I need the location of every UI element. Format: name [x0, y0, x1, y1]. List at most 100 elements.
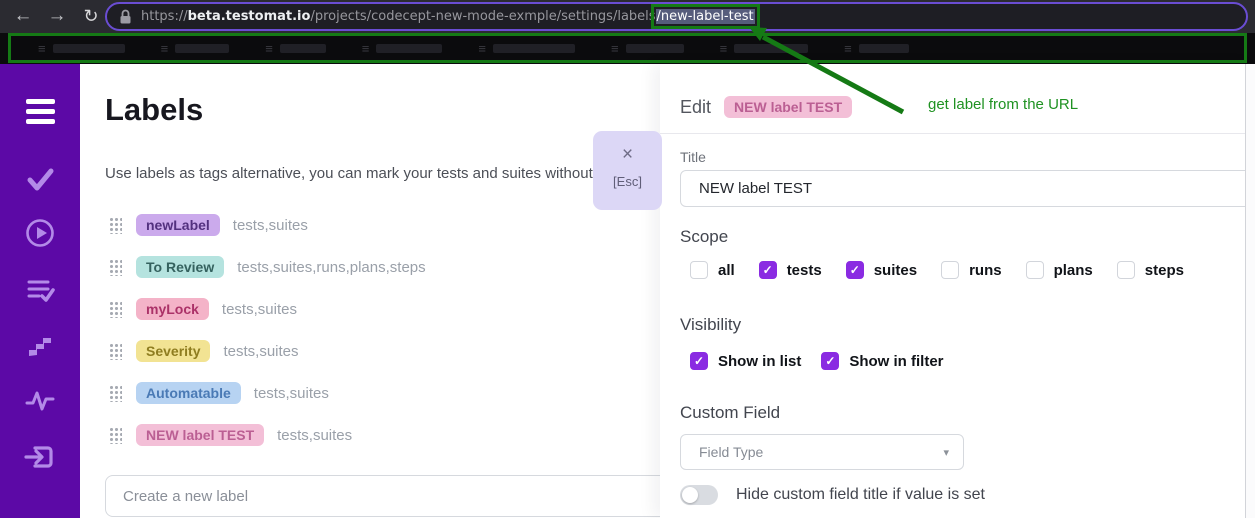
label-scope-text: tests,suites: [277, 427, 352, 444]
label-badge[interactable]: Automatable: [136, 382, 241, 404]
sidebar-item-analytics[interactable]: [0, 385, 80, 419]
analytics-pulse-icon: [23, 385, 57, 417]
checkbox-tests[interactable]: tests: [759, 261, 822, 279]
bookmark-folder-icon: ≡: [265, 42, 273, 55]
label-row: To Review tests,suites,runs,plans,steps: [108, 246, 653, 288]
visibility-section-label: Visibility: [680, 315, 741, 335]
back-icon[interactable]: ←: [10, 3, 36, 29]
checkbox-box[interactable]: [759, 261, 777, 279]
label-badge[interactable]: Severity: [136, 340, 210, 362]
bookmark-item[interactable]: ≡: [720, 42, 809, 55]
sidebar-item-tests[interactable]: [0, 163, 80, 197]
drag-handle-icon[interactable]: [108, 342, 122, 360]
custom-field-section-label: Custom Field: [680, 403, 780, 423]
sidebar-item-menu[interactable]: [0, 99, 80, 133]
bookmark-label-redacted: [376, 44, 442, 53]
checkbox-box[interactable]: [821, 352, 839, 370]
drag-handle-icon[interactable]: [108, 216, 122, 234]
checkbox-box[interactable]: [941, 261, 959, 279]
label-scope-text: tests,suites: [233, 217, 308, 234]
checkbox-suites[interactable]: suites: [846, 261, 917, 279]
bookmark-item[interactable]: ≡: [844, 42, 909, 55]
exit-icon: [23, 440, 57, 474]
bookmark-label-redacted: [734, 44, 808, 53]
checkbox-box[interactable]: [690, 261, 708, 279]
label-scope-text: tests,suites,runs,plans,steps: [237, 259, 425, 276]
forward-icon[interactable]: →: [44, 3, 70, 29]
bookmark-label-redacted: [175, 44, 229, 53]
esc-key-hint: [Esc]: [593, 174, 662, 189]
edit-panel-header: Edit NEW label TEST: [680, 96, 852, 118]
checkbox-label: suites: [874, 262, 917, 279]
bookmark-folder-icon: ≡: [362, 42, 370, 55]
checkbox-all[interactable]: all: [690, 261, 735, 279]
checkbox-label: plans: [1054, 262, 1093, 279]
checkbox-label: all: [718, 262, 735, 279]
bookmark-label-redacted: [493, 44, 575, 53]
field-type-placeholder: Field Type: [699, 444, 763, 460]
checkbox-box[interactable]: [690, 352, 708, 370]
checkbox-box[interactable]: [1117, 261, 1135, 279]
bookmark-item[interactable]: ≡: [265, 42, 326, 55]
hide-title-toggle-label: Hide custom field title if value is set: [736, 486, 985, 504]
menu-icon: [26, 99, 55, 133]
checkbox-box[interactable]: [1026, 261, 1044, 279]
checkbox-label: Show in filter: [849, 353, 943, 370]
checkbox-label: steps: [1145, 262, 1184, 279]
bookmark-item[interactable]: ≡: [38, 42, 125, 55]
label-list: newLabel tests,suites To Review tests,su…: [108, 204, 653, 456]
checkbox-runs[interactable]: runs: [941, 261, 1002, 279]
url-path: /projects/codecept-new-mode-exmple/setti…: [310, 9, 655, 24]
sidebar-item-suites[interactable]: [0, 274, 80, 308]
close-esc-button[interactable]: × [Esc]: [593, 131, 662, 210]
app-sidebar: [0, 64, 80, 518]
checkbox-steps[interactable]: steps: [1117, 261, 1184, 279]
hide-title-toggle-row: Hide custom field title if value is set: [680, 485, 985, 505]
bookmark-folder-icon: ≡: [844, 42, 852, 55]
browser-toolbar: ← → ↻ https://beta.testomat.io/projects/…: [0, 0, 1255, 33]
close-icon: ×: [593, 145, 662, 165]
label-badge[interactable]: newLabel: [136, 214, 220, 236]
bookmark-label-redacted: [859, 44, 909, 53]
bookmark-item[interactable]: ≡: [362, 42, 443, 55]
annotation-note: get label from the URL: [928, 96, 1078, 113]
sidebar-item-runs[interactable]: [0, 217, 80, 251]
edit-panel-title: Edit: [680, 97, 711, 118]
steps-stairs-icon: [24, 330, 56, 362]
sidebar-item-reports[interactable]: [0, 496, 80, 518]
label-badge[interactable]: NEW label TEST: [136, 424, 264, 446]
hide-title-toggle[interactable]: [680, 485, 718, 505]
label-scope-text: tests,suites: [223, 343, 298, 360]
bookmark-label-redacted: [53, 44, 125, 53]
scrollbar[interactable]: [1245, 64, 1255, 518]
label-scope-text: tests,suites: [254, 385, 329, 402]
bookmark-label-redacted: [626, 44, 684, 53]
drag-handle-icon[interactable]: [108, 384, 122, 402]
scope-options-row: all tests suites runs plans steps: [690, 261, 1184, 279]
drag-handle-icon[interactable]: [108, 426, 122, 444]
checkbox-plans[interactable]: plans: [1026, 261, 1093, 279]
drag-handle-icon[interactable]: [108, 258, 122, 276]
bookmark-item[interactable]: ≡: [478, 42, 575, 55]
checkbox-label: tests: [787, 262, 822, 279]
edit-label-badge: NEW label TEST: [724, 96, 852, 118]
label-badge[interactable]: myLock: [136, 298, 209, 320]
sidebar-item-exit[interactable]: [0, 440, 80, 474]
page-description: Use labels as tags alternative, you can …: [105, 165, 621, 182]
sidebar-item-steps[interactable]: [0, 330, 80, 364]
checkbox-show-in-list[interactable]: Show in list: [690, 352, 801, 370]
bookmark-item[interactable]: ≡: [611, 42, 684, 55]
checkbox-box[interactable]: [846, 261, 864, 279]
title-input[interactable]: [680, 170, 1255, 207]
bookmark-folder-icon: ≡: [720, 42, 728, 55]
field-type-select[interactable]: Field Type ▾: [680, 434, 964, 470]
bookmark-item[interactable]: ≡: [161, 42, 230, 55]
lock-icon: [119, 9, 132, 25]
url-bar[interactable]: https://beta.testomat.io/projects/codece…: [105, 2, 1248, 31]
reload-icon[interactable]: ↻: [78, 3, 104, 29]
drag-handle-icon[interactable]: [108, 300, 122, 318]
checkbox-show-in-filter[interactable]: Show in filter: [821, 352, 943, 370]
label-badge[interactable]: To Review: [136, 256, 224, 278]
checkbox-label: runs: [969, 262, 1002, 279]
label-row: newLabel tests,suites: [108, 204, 653, 246]
